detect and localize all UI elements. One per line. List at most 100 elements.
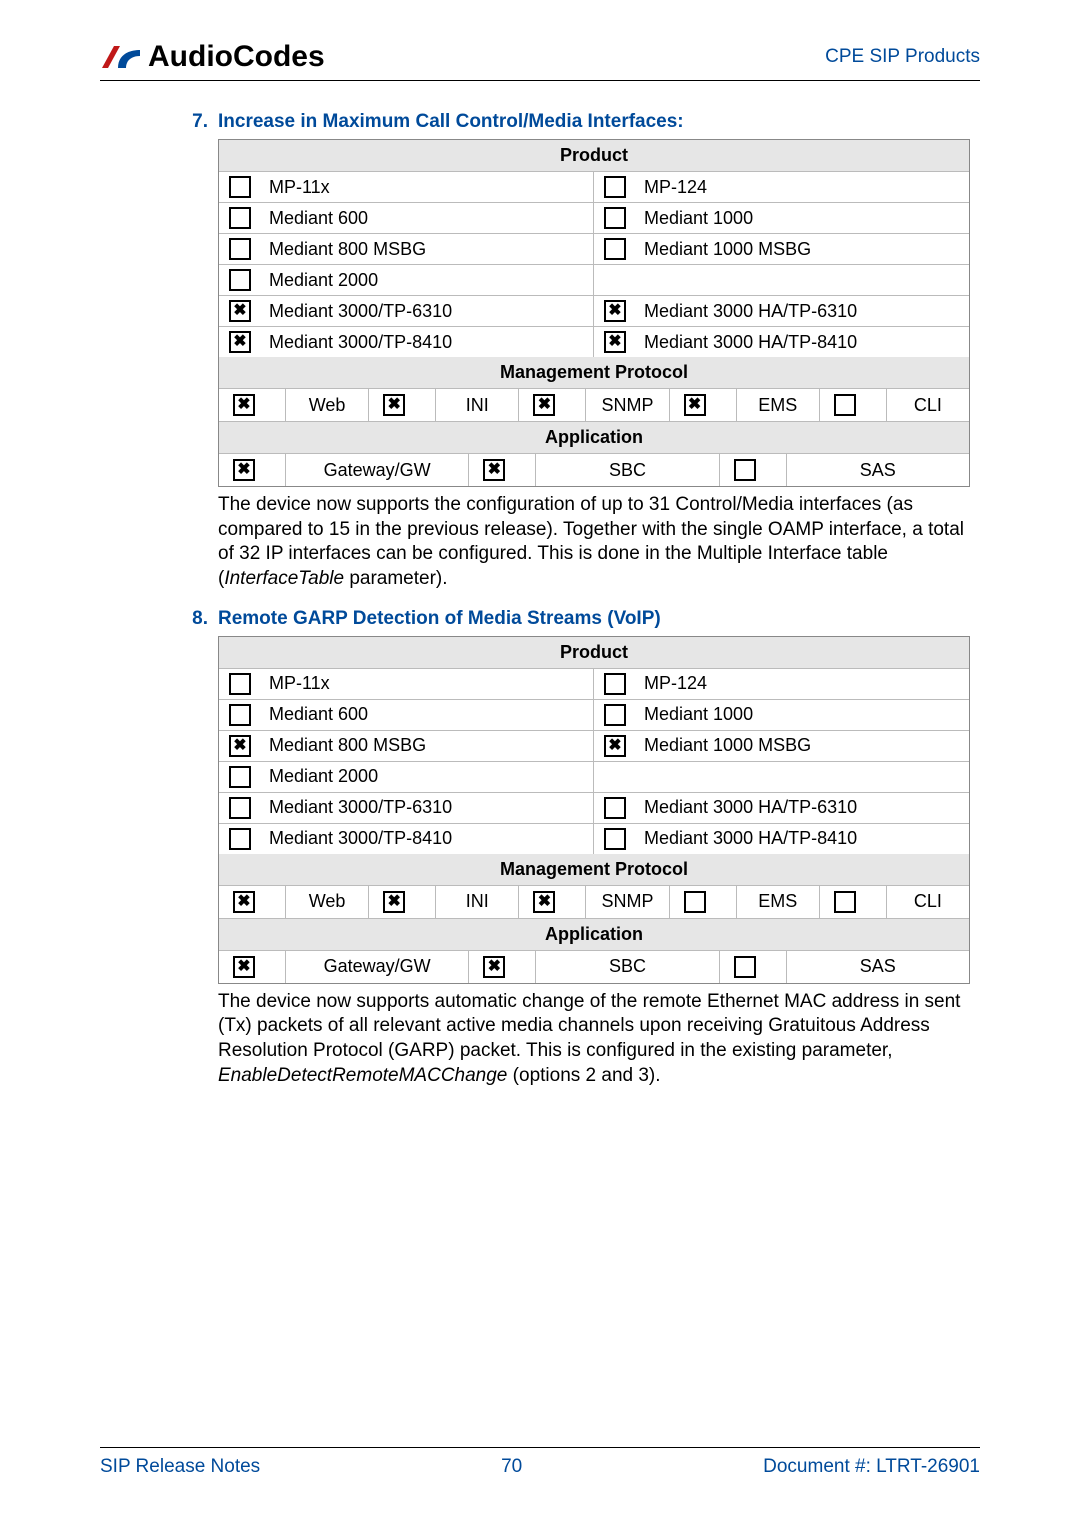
app-label: Gateway/GW — [286, 454, 469, 486]
checkbox-icon: ✖ — [233, 459, 255, 481]
checkbox-icon: ✖ — [604, 331, 626, 353]
product-label: MP-11x — [269, 177, 330, 198]
management-protocol-header: Management Protocol — [219, 357, 969, 389]
product-label: Mediant 3000/TP-6310 — [269, 301, 452, 322]
page-header: AudioCodes CPE SIP Products — [100, 40, 980, 81]
logo-text: AudioCodes — [148, 40, 325, 74]
management-protocol-header: Management Protocol — [219, 854, 969, 886]
product-cell: Mediant 3000 HA/TP-6310 — [594, 793, 969, 823]
checkbox-icon — [604, 828, 626, 850]
product-cell: Mediant 600 — [219, 203, 594, 233]
checkbox-icon: ✖ — [383, 891, 405, 913]
checkbox-icon — [229, 828, 251, 850]
section-title: Increase in Maximum Call Control/Media I… — [218, 111, 684, 133]
app-label: SAS — [787, 951, 969, 983]
product-row: ✖Mediant 800 MSBG✖Mediant 1000 MSBG — [219, 731, 969, 762]
product-cell: Mediant 1000 — [594, 700, 969, 730]
checkbox-icon: ✖ — [233, 394, 255, 416]
checkbox-icon — [604, 704, 626, 726]
checkbox-icon — [734, 956, 756, 978]
product-header: Product — [219, 140, 969, 172]
mgmt-checkbox: ✖ — [369, 389, 436, 421]
mgmt-checkbox — [820, 389, 887, 421]
section-8-table: Product MP-11x MP-124 Mediant 600 Mediant 1… — [218, 636, 970, 984]
mgmt-label: INI — [436, 389, 519, 421]
product-label: Mediant 600 — [269, 208, 368, 229]
app-checkbox: ✖ — [219, 454, 286, 486]
checkbox-icon: ✖ — [229, 331, 251, 353]
product-cell: MP-11x — [219, 172, 594, 202]
product-cell-empty — [594, 265, 969, 295]
product-cell: Mediant 1000 — [594, 203, 969, 233]
product-label: Mediant 600 — [269, 704, 368, 725]
product-label: Mediant 1000 MSBG — [644, 239, 811, 260]
product-label: MP-124 — [644, 177, 707, 198]
checkbox-icon — [229, 207, 251, 229]
product-label: Mediant 800 MSBG — [269, 239, 426, 260]
app-label: SBC — [536, 951, 719, 983]
app-checkbox — [720, 454, 787, 486]
mgmt-checkbox: ✖ — [369, 886, 436, 918]
product-label: Mediant 3000/TP-8410 — [269, 332, 452, 353]
app-checkbox: ✖ — [219, 951, 286, 983]
application-header: Application — [219, 919, 969, 951]
mgmt-checkbox: ✖ — [219, 886, 286, 918]
product-row: ✖Mediant 3000/TP-6310✖Mediant 3000 HA/TP… — [219, 296, 969, 327]
application-header: Application — [219, 422, 969, 454]
checkbox-icon: ✖ — [229, 300, 251, 322]
checkbox-icon — [604, 797, 626, 819]
section-number: 7. — [168, 111, 218, 133]
checkbox-icon: ✖ — [233, 891, 255, 913]
mgmt-label: CLI — [887, 389, 969, 421]
product-cell: ✖Mediant 800 MSBG — [219, 731, 594, 761]
checkbox-icon — [834, 394, 856, 416]
checkbox-icon — [604, 207, 626, 229]
product-label: Mediant 3000 HA/TP-6310 — [644, 301, 857, 322]
footer-left: SIP Release Notes — [100, 1456, 260, 1478]
product-cell: MP-11x — [219, 669, 594, 699]
product-cell-empty — [594, 762, 969, 792]
mgmt-checkbox: ✖ — [519, 389, 586, 421]
product-label: Mediant 1000 — [644, 704, 753, 725]
app-label: SBC — [536, 454, 719, 486]
product-label: Mediant 3000 HA/TP-8410 — [644, 332, 857, 353]
product-row: Mediant 2000 — [219, 762, 969, 793]
product-cell: Mediant 3000 HA/TP-8410 — [594, 824, 969, 854]
product-row: MP-11x MP-124 — [219, 172, 969, 203]
product-label: Mediant 3000/TP-8410 — [269, 828, 452, 849]
mgmt-checkbox: ✖ — [219, 389, 286, 421]
checkbox-icon: ✖ — [229, 735, 251, 757]
product-label: Mediant 1000 MSBG — [644, 735, 811, 756]
app-checkbox: ✖ — [469, 454, 536, 486]
product-label: Mediant 3000 HA/TP-6310 — [644, 797, 857, 818]
product-row: Mediant 3000/TP-8410 Mediant 3000 HA/TP-8… — [219, 824, 969, 854]
product-cell: ✖Mediant 1000 MSBG — [594, 731, 969, 761]
checkbox-icon: ✖ — [684, 394, 706, 416]
section-8-heading: 8. Remote GARP Detection of Media Stream… — [100, 608, 980, 630]
mgmt-label: EMS — [737, 886, 820, 918]
app-label: Gateway/GW — [286, 951, 469, 983]
checkbox-icon — [229, 238, 251, 260]
section-number: 8. — [168, 608, 218, 630]
product-label: MP-11x — [269, 673, 330, 694]
checkbox-icon — [229, 797, 251, 819]
product-label: MP-124 — [644, 673, 707, 694]
product-header: Product — [219, 637, 969, 669]
product-label: Mediant 1000 — [644, 208, 753, 229]
mgmt-checkbox: ✖ — [519, 886, 586, 918]
product-cell: ✖ Mediant 3000 HA/TP-8410 — [594, 327, 969, 357]
product-cell: Mediant 2000 — [219, 265, 594, 295]
mgmt-label: CLI — [887, 886, 969, 918]
checkbox-icon — [734, 459, 756, 481]
product-row: Mediant 2000 — [219, 265, 969, 296]
product-cell: Mediant 600 — [219, 700, 594, 730]
mgmt-label: SNMP — [586, 886, 669, 918]
section-8-description: The device now supports automatic change… — [218, 990, 970, 1089]
mgmt-checkbox — [670, 886, 737, 918]
app-label: SAS — [787, 454, 969, 486]
mgmt-checkbox: ✖ — [670, 389, 737, 421]
section-7-description: The device now supports the configuratio… — [218, 493, 970, 592]
checkbox-icon — [684, 891, 706, 913]
product-label: Mediant 2000 — [269, 766, 378, 787]
footer-page-number: 70 — [501, 1456, 522, 1478]
